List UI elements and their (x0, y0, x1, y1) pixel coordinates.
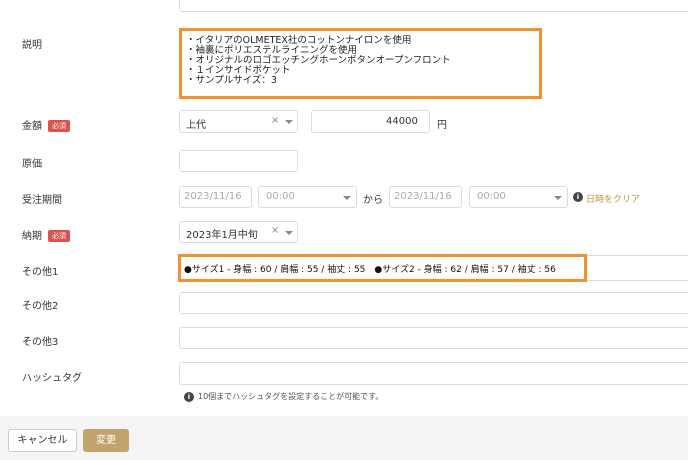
hashtag-input[interactable] (179, 362, 688, 385)
end-date-placeholder: 2023/11/16 (394, 191, 452, 202)
top-input[interactable] (179, 0, 688, 12)
required-badge: 必須 (48, 230, 70, 242)
info-icon: i (573, 192, 583, 202)
label-price-text: 金額 (22, 121, 42, 132)
info-icon: i (184, 392, 194, 402)
label-delivery-text: 納期 (22, 231, 42, 242)
price-unit: 円 (437, 120, 447, 131)
label-cost: 原価 (22, 159, 42, 170)
required-badge: 必須 (48, 120, 70, 132)
label-delivery: 納期 必須 (22, 227, 70, 242)
label-other3: その他3 (22, 337, 59, 348)
clear-datetime-link[interactable]: 日時をクリア (586, 192, 640, 205)
clear-icon[interactable]: × (271, 115, 279, 126)
price-amount-value: 44000 (386, 116, 418, 127)
other3-input[interactable] (179, 327, 688, 349)
chevron-down-icon (343, 196, 351, 200)
label-hashtag: ハッシュタグ (22, 373, 82, 384)
delivery-value: 2023年1月中旬 (186, 230, 258, 241)
chevron-down-icon (285, 231, 293, 235)
period-separator: から (363, 195, 383, 206)
form-panel: 説明 ・イタリアのOLMETEX社のコットンナイロンを使用 ・袖裏にポリエステル… (0, 0, 688, 416)
label-order-period: 受注期間 (22, 195, 62, 206)
label-price: 金額 必須 (22, 117, 70, 132)
start-date-placeholder: 2023/11/16 (184, 191, 242, 202)
other1-highlight (178, 254, 587, 282)
hashtag-help-text: 10個までハッシュタグを設定することが可能です。 (198, 392, 384, 401)
label-other2: その他2 (22, 301, 59, 312)
start-time-value: 00:00 (266, 191, 295, 202)
cancel-button[interactable]: キャンセル (8, 429, 77, 452)
chevron-down-icon (554, 196, 562, 200)
price-type-value: 上代 (186, 120, 206, 131)
submit-button[interactable]: 変更 (83, 429, 129, 452)
description-highlight (179, 28, 542, 99)
label-description: 説明 (22, 40, 42, 51)
cost-input[interactable] (179, 150, 298, 172)
end-time-value: 00:00 (477, 191, 506, 202)
chevron-down-icon (285, 120, 293, 124)
other2-input[interactable] (179, 292, 688, 314)
label-other1: その他1 (22, 267, 59, 278)
clear-icon[interactable]: × (271, 225, 279, 236)
